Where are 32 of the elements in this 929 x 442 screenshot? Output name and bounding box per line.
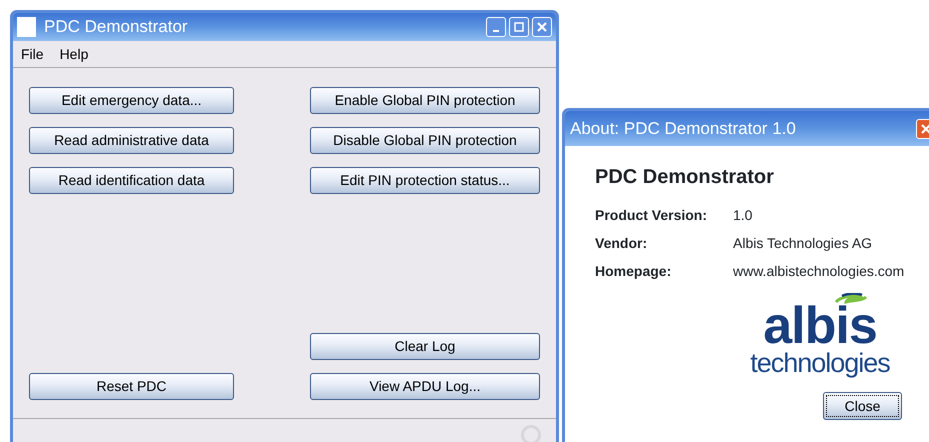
action-button[interactable]: Read administrative data <box>29 127 234 154</box>
close-icon <box>537 22 547 32</box>
logo-name: albis <box>763 304 877 348</box>
close-button[interactable]: Close <box>823 392 902 420</box>
menu-item[interactable]: File <box>21 44 44 64</box>
swoosh-icon <box>832 293 870 304</box>
logo-tagline: technologies <box>750 348 890 378</box>
field-label: Vendor: <box>595 234 648 253</box>
maximize-button[interactable] <box>509 17 529 37</box>
action-button[interactable]: Clear Log <box>310 333 540 360</box>
action-button[interactable]: Disable Global PIN protection <box>310 127 540 154</box>
field-label: Homepage: <box>595 262 672 281</box>
minimize-icon <box>493 30 499 32</box>
minimize-button[interactable] <box>486 17 506 37</box>
close-icon <box>921 124 929 134</box>
field-value: Albis Technologies AG <box>733 234 874 253</box>
maximize-icon <box>514 22 524 32</box>
close-button[interactable] <box>532 17 552 37</box>
action-button[interactable]: View APDU Log... <box>310 373 540 400</box>
action-button[interactable]: Edit emergency data... <box>29 87 234 114</box>
action-button[interactable]: Enable Global PIN protection <box>310 87 540 114</box>
action-button[interactable]: Edit PIN protection status... <box>310 167 540 194</box>
window-title: PDC Demonstrator <box>44 16 189 38</box>
field-value: 1.0 <box>733 206 754 225</box>
product-heading: PDC Demonstrator <box>595 165 775 190</box>
action-button[interactable]: Reset PDC <box>29 373 234 400</box>
app-icon <box>17 17 36 37</box>
menu-item[interactable]: Help <box>60 44 88 64</box>
field-value: www.albistechnologies.com <box>733 262 906 281</box>
dialog-title: About: PDC Demonstrator 1.0 <box>570 118 797 140</box>
action-button[interactable]: Read identification data <box>29 167 234 194</box>
field-label: Product Version: <box>595 206 708 225</box>
